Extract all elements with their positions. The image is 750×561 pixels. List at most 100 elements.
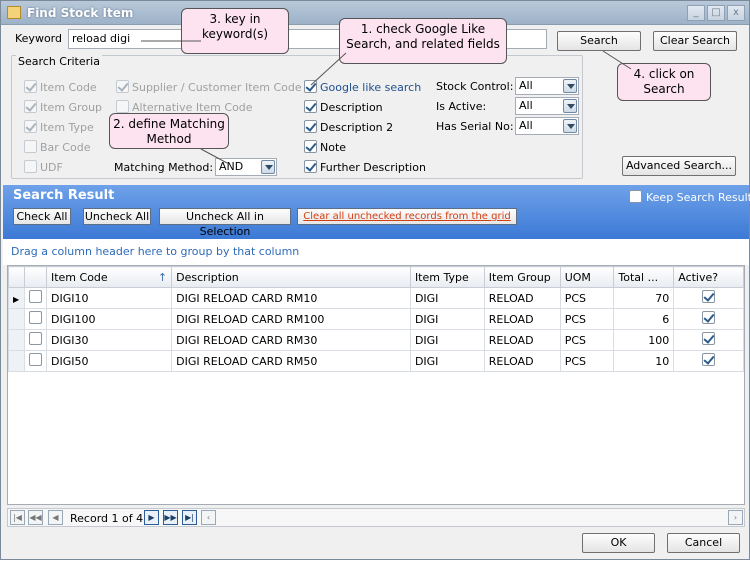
row-select[interactable] — [23, 329, 47, 351]
header-description[interactable]: Description — [171, 266, 411, 288]
keep-search-result-checkbox[interactable] — [629, 190, 642, 203]
scroll-left-icon[interactable]: ‹ — [201, 510, 216, 525]
result-grid: Item Code ↑ Description Item Type Item G… — [7, 265, 745, 505]
cancel-button[interactable]: Cancel — [667, 533, 740, 553]
header-uom[interactable]: UOM — [559, 266, 615, 288]
cell-description: DIGI RELOAD CARD RM50 — [171, 350, 411, 372]
note-label: Note — [320, 141, 347, 154]
first-record-icon[interactable]: |◀ — [10, 510, 25, 525]
table-row[interactable]: DIGI100 DIGI RELOAD CARD RM100 DIGI RELO… — [8, 308, 744, 330]
alternative-item-code-checkbox[interactable] — [116, 100, 129, 113]
stock-control-value: All — [519, 79, 533, 92]
cell-item-group: RELOAD — [483, 329, 561, 351]
is-active-value: All — [519, 99, 533, 112]
active-checkbox — [702, 311, 716, 324]
search-button[interactable]: Search — [557, 31, 641, 51]
search-result-title: Search Result — [13, 188, 115, 203]
uncheck-all-button[interactable]: Uncheck All — [83, 208, 151, 225]
description-2-label: Description 2 — [320, 121, 394, 134]
header-active[interactable]: Active? — [673, 266, 744, 288]
previous-page-icon[interactable]: ◀◀ — [28, 510, 43, 525]
cell-item-type: DIGI — [409, 287, 485, 309]
chevron-down-icon — [563, 119, 577, 133]
matching-method-select[interactable]: AND — [215, 158, 277, 176]
stock-control-select[interactable]: All — [515, 77, 579, 95]
keyword-label: Keyword — [15, 32, 62, 45]
row-select-checkbox[interactable] — [28, 332, 42, 345]
google-like-search-checkbox[interactable] — [304, 80, 317, 93]
stock-control-label: Stock Control: — [436, 80, 514, 93]
header-item-code-label: Item Code — [50, 270, 108, 284]
item-code-checkbox[interactable] — [24, 80, 37, 93]
clear-unchecked-button[interactable]: Clear all unchecked records from the gri… — [297, 208, 517, 225]
item-type-checkbox[interactable] — [24, 120, 37, 133]
cell-item-code: DIGI50 — [45, 350, 173, 372]
table-row[interactable]: DIGI30 DIGI RELOAD CARD RM30 DIGI RELOAD… — [8, 329, 744, 351]
chevron-down-icon — [563, 79, 577, 93]
further-description-label: Further Description — [320, 161, 426, 174]
further-description-checkbox[interactable] — [304, 160, 317, 173]
note-checkbox[interactable] — [304, 140, 317, 153]
description-2-checkbox[interactable] — [304, 120, 317, 133]
maximize-button[interactable]: □ — [707, 5, 725, 21]
find-stock-item-window: Find Stock Item _ □ x Keyword reload dig… — [0, 0, 750, 560]
bar-code-checkbox[interactable] — [24, 140, 37, 153]
last-record-icon[interactable]: ▶| — [182, 510, 197, 525]
header-item-code[interactable]: Item Code ↑ — [45, 266, 173, 288]
header-item-group[interactable]: Item Group — [483, 266, 561, 288]
result-table: Item Code ↑ Description Item Type Item G… — [8, 266, 744, 372]
row-select-checkbox[interactable] — [28, 353, 42, 366]
record-counter: Record 1 of 4 — [70, 512, 144, 525]
callout-matching-method: 2. define Matching Method — [109, 113, 229, 149]
udf-label: UDF — [40, 161, 63, 174]
cell-uom: PCS — [559, 308, 615, 330]
supplier-customer-item-code-checkbox[interactable] — [116, 80, 129, 93]
cell-total: 70 — [613, 287, 675, 309]
cell-total: 100 — [613, 329, 675, 351]
cell-description: DIGI RELOAD CARD RM100 — [171, 308, 411, 330]
udf-checkbox[interactable] — [24, 160, 37, 173]
row-select-checkbox[interactable] — [28, 290, 42, 303]
check-all-button[interactable]: Check All — [13, 208, 71, 225]
search-criteria-title: Search Criteria — [16, 55, 102, 68]
next-record-icon[interactable]: ▶ — [144, 510, 159, 525]
cell-item-type: DIGI — [409, 329, 485, 351]
table-row[interactable]: ▶ DIGI10 DIGI RELOAD CARD RM10 DIGI RELO… — [8, 287, 744, 309]
row-select[interactable] — [23, 350, 47, 372]
previous-record-icon[interactable]: ◀ — [48, 510, 63, 525]
callout-search-button: 4. click on Search — [617, 63, 711, 101]
cell-total: 10 — [613, 350, 675, 372]
cell-active — [673, 308, 744, 330]
row-select-checkbox[interactable] — [28, 311, 42, 324]
cell-item-code: DIGI100 — [45, 308, 173, 330]
table-row[interactable]: DIGI50 DIGI RELOAD CARD RM50 DIGI RELOAD… — [8, 350, 744, 372]
header-item-type[interactable]: Item Type — [409, 266, 485, 288]
item-type-label: Item Type — [40, 121, 94, 134]
matching-method-label: Matching Method: — [114, 161, 214, 174]
row-select[interactable] — [23, 308, 47, 330]
cell-total: 6 — [613, 308, 675, 330]
ok-button[interactable]: OK — [582, 533, 655, 553]
cell-active — [673, 329, 744, 351]
next-page-icon[interactable]: ▶▶ — [163, 510, 178, 525]
cell-item-code: DIGI30 — [45, 329, 173, 351]
is-active-select[interactable]: All — [515, 97, 579, 115]
close-button[interactable]: x — [727, 5, 745, 21]
active-checkbox — [702, 290, 716, 303]
uncheck-all-in-selection-button[interactable]: Uncheck All in Selection — [159, 208, 291, 238]
advanced-search-button[interactable]: Advanced Search... — [622, 156, 736, 176]
row-select[interactable] — [23, 287, 47, 309]
keep-search-result-label: Keep Search Result — [646, 191, 750, 204]
item-group-checkbox[interactable] — [24, 100, 37, 113]
scroll-right-icon[interactable]: › — [728, 510, 743, 525]
cell-uom: PCS — [559, 287, 615, 309]
has-serial-no-select[interactable]: All — [515, 117, 579, 135]
description-checkbox[interactable] — [304, 100, 317, 113]
header-total[interactable]: Total ... — [613, 266, 675, 288]
sort-ascending-icon: ↑ — [157, 270, 168, 284]
cell-item-type: DIGI — [409, 350, 485, 372]
group-by-panel[interactable]: Drag a column header here to group by th… — [3, 239, 749, 265]
indicator-header — [8, 266, 25, 288]
clear-search-button[interactable]: Clear Search — [653, 31, 737, 51]
minimize-button[interactable]: _ — [687, 5, 705, 21]
